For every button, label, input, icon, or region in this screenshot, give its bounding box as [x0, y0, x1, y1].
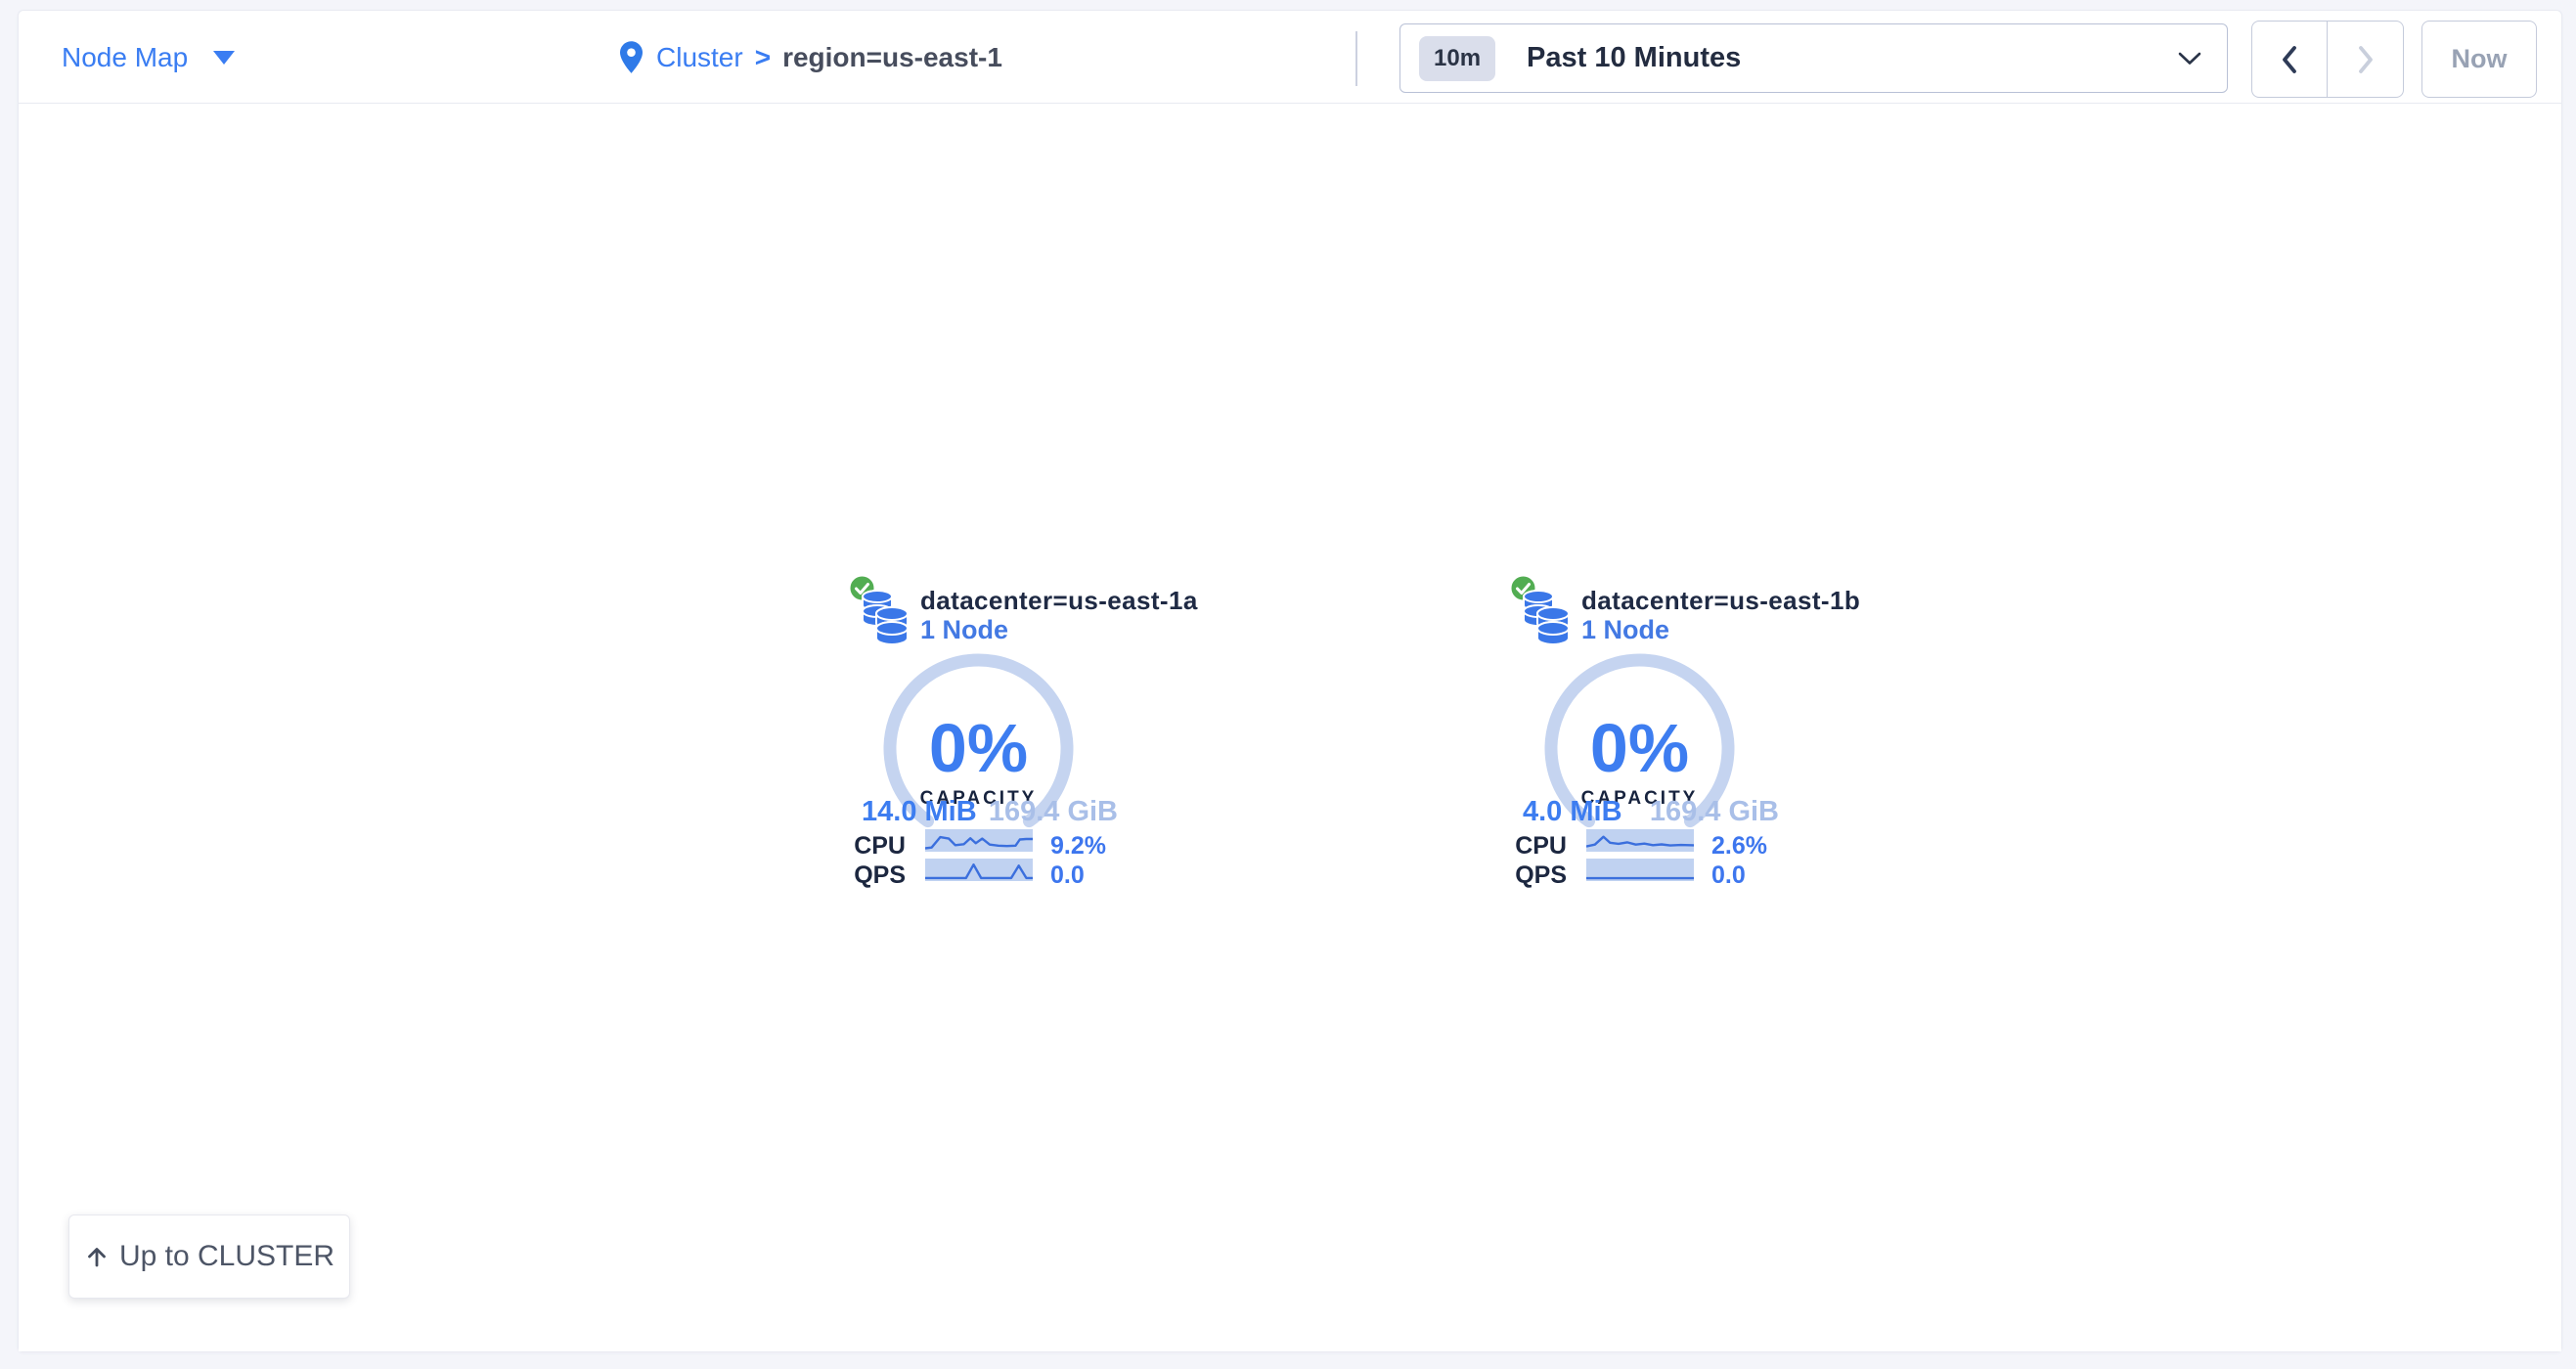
cpu-label: CPU	[1509, 832, 1567, 861]
datacenter-node-count: 1 Node	[1581, 615, 1669, 645]
datacenter-us-east-1a[interactable]: datacenter=us-east-1a 1 Node 0% CAPACITY…	[848, 574, 1141, 899]
cpu-value: 2.6%	[1711, 832, 1767, 861]
breadcrumb: Cluster > region=us-east-1	[620, 11, 1002, 104]
time-range-label: Past 10 Minutes	[1527, 42, 1741, 74]
capacity-percent: 0%	[883, 707, 1074, 789]
datacenter-title: datacenter=us-east-1b	[1581, 586, 1860, 616]
qps-sparkline	[1586, 859, 1694, 881]
cpu-value: 9.2%	[1050, 832, 1106, 861]
cpu-sparkline	[925, 829, 1033, 852]
capacity-used: 4.0 MiB	[1523, 796, 1622, 828]
cpu-sparkline	[1586, 829, 1694, 852]
time-next-button[interactable]	[2328, 22, 2403, 97]
chevron-down-icon	[2178, 52, 2201, 66]
node-map-panel: Node Map Cluster > region=us-east-1 10m …	[18, 10, 2562, 1352]
up-to-cluster-button[interactable]: Up to CLUSTER	[68, 1214, 350, 1299]
qps-sparkline	[925, 859, 1033, 881]
view-selector-dropdown[interactable]: Node Map	[62, 11, 235, 104]
time-range-badge: 10m	[1419, 36, 1495, 81]
time-range-dropdown[interactable]: 10m Past 10 Minutes	[1399, 23, 2228, 93]
qps-label: QPS	[848, 861, 906, 890]
caret-down-icon	[213, 51, 235, 65]
breadcrumb-separator: >	[755, 42, 771, 73]
up-to-cluster-label: Up to CLUSTER	[119, 1240, 334, 1273]
capacity-percent: 0%	[1544, 707, 1735, 789]
chevron-left-icon	[2279, 43, 2300, 76]
header: Node Map Cluster > region=us-east-1 10m …	[19, 11, 2561, 104]
breadcrumb-current: region=us-east-1	[782, 42, 1002, 73]
now-button[interactable]: Now	[2421, 21, 2537, 98]
capacity-values: 4.0 MiB 169.4 GiB	[1523, 796, 1779, 828]
header-divider	[1355, 31, 1357, 86]
chevron-right-icon	[2355, 43, 2376, 76]
capacity-values: 14.0 MiB 169.4 GiB	[862, 796, 1118, 828]
qps-label: QPS	[1509, 861, 1567, 890]
arrow-up-icon	[84, 1244, 110, 1269]
time-prev-button[interactable]	[2252, 22, 2328, 97]
qps-value: 0.0	[1050, 861, 1085, 890]
location-pin-icon	[620, 41, 643, 73]
datacenter-us-east-1b[interactable]: datacenter=us-east-1b 1 Node 0% CAPACITY…	[1509, 574, 1802, 899]
qps-value: 0.0	[1711, 861, 1746, 890]
capacity-used: 14.0 MiB	[862, 796, 977, 828]
datacenter-title: datacenter=us-east-1a	[920, 586, 1198, 616]
time-nav-group	[2251, 21, 2404, 98]
cpu-label: CPU	[848, 832, 906, 861]
datacenter-node-count: 1 Node	[920, 615, 1008, 645]
view-selector-label: Node Map	[62, 42, 188, 73]
capacity-total: 169.4 GiB	[1650, 796, 1779, 828]
node-map-canvas: datacenter=us-east-1a 1 Node 0% CAPACITY…	[19, 104, 2561, 1351]
breadcrumb-cluster-link[interactable]: Cluster	[656, 42, 743, 73]
database-stack-icon	[862, 590, 909, 646]
database-stack-icon	[1523, 590, 1570, 646]
capacity-total: 169.4 GiB	[989, 796, 1118, 828]
